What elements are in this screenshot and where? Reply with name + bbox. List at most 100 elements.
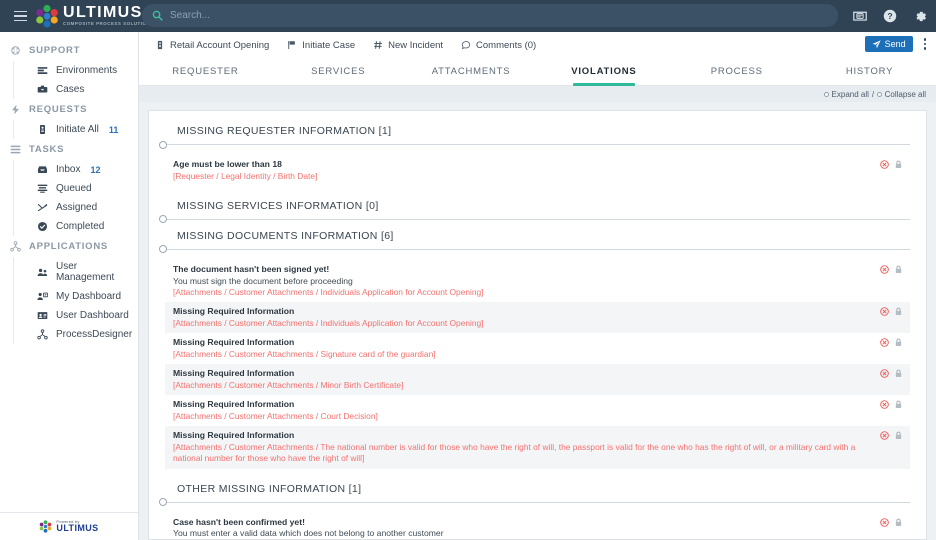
- sidebar-item-inbox[interactable]: Inbox 12: [34, 160, 138, 179]
- error-circle-icon[interactable]: [880, 517, 889, 527]
- application-window: ULTIMUS COMPOSITE PROCESS SOLUTIONS Sear…: [0, 0, 936, 540]
- lock-icon[interactable]: [895, 518, 902, 527]
- gear-icon[interactable]: [913, 9, 928, 24]
- section-collapse-toggle-icon[interactable]: [159, 140, 167, 149]
- messages-icon[interactable]: [853, 9, 867, 23]
- violation-title: Case hasn't been confirmed yet!: [173, 516, 305, 527]
- lock-icon[interactable]: [895, 338, 902, 347]
- expand-collapse-bar: Expand all / Collapse all: [139, 86, 936, 102]
- send-button[interactable]: Send: [864, 36, 913, 52]
- kebab-menu-icon[interactable]: [922, 36, 928, 51]
- tab-label: PROCESS: [710, 66, 763, 77]
- lock-icon[interactable]: [895, 307, 902, 316]
- breadcrumb-item-new-incident[interactable]: New Incident: [373, 40, 443, 51]
- lock-icon[interactable]: [895, 431, 902, 440]
- sidebar-item-environments[interactable]: Environments: [34, 61, 138, 80]
- user-dashboard-icon: [36, 310, 49, 321]
- sidebar-item-initiate-all[interactable]: Initiate All 11: [34, 120, 138, 139]
- tab-attachments[interactable]: ATTACHMENTS: [405, 58, 538, 85]
- breadcrumb-item-label: Comments (0): [476, 39, 537, 51]
- sidebar-group-requests: REQUESTS: [0, 99, 138, 120]
- tab-process[interactable]: PROCESS: [670, 58, 803, 85]
- violations-panel: MISSING REQUESTER INFORMATION [1] Age mus…: [148, 110, 927, 540]
- section-collapse-toggle-icon[interactable]: [159, 498, 167, 506]
- violation-path: [Attachments / Customer Attachments / Si…: [173, 349, 436, 359]
- violation-row-actions: [880, 517, 902, 527]
- sidebar-item-my-dashboard[interactable]: My Dashboard: [34, 287, 138, 306]
- tab-violations[interactable]: VIOLATIONS: [537, 58, 670, 85]
- violation-path: [Attachments / Customer Attachments / In…: [173, 287, 484, 298]
- breadcrumb-item-retail-account-opening[interactable]: Retail Account Opening: [155, 40, 269, 51]
- violation-text: Missing Required Information [Attachments…: [173, 337, 910, 360]
- expand-all-button[interactable]: Expand all: [824, 90, 869, 99]
- tab-label: SERVICES: [311, 66, 366, 77]
- violation-section-title: MISSING SERVICES INFORMATION [0]: [177, 199, 379, 212]
- user-management-icon: [36, 267, 49, 278]
- violation-row: Missing Required Information [Attachments…: [165, 426, 910, 469]
- violation-text: Missing Required Information [Attachments…: [173, 306, 910, 329]
- violation-row-actions: [880, 369, 902, 379]
- sidebar-group-tasks: TASKS: [0, 139, 138, 160]
- process-designer-icon: [36, 329, 49, 340]
- lock-icon[interactable]: [895, 369, 902, 378]
- help-icon[interactable]: ?: [883, 9, 897, 23]
- sidebar-item-assigned[interactable]: Assigned: [34, 198, 138, 217]
- search-icon: [152, 10, 163, 21]
- expand-all-icon: [824, 91, 830, 97]
- sidebar-group-items: Environments Cases: [13, 61, 138, 99]
- violation-row-actions: [880, 160, 902, 169]
- violation-section-divider: [159, 245, 910, 254]
- sidebar-item-user-management[interactable]: User Management: [34, 257, 138, 287]
- toolbar-actions: Send: [864, 36, 928, 52]
- sidebar-item-cases[interactable]: Cases: [34, 80, 138, 99]
- lock-icon[interactable]: [895, 265, 902, 274]
- breadcrumb-item-initiate-case[interactable]: Initiate Case: [287, 40, 355, 51]
- violation-section: MISSING SERVICES INFORMATION [0]: [149, 196, 926, 226]
- breadcrumb-item-comments-0-[interactable]: Comments (0): [461, 40, 536, 51]
- collapse-all-button[interactable]: Collapse all: [877, 90, 926, 99]
- tab-bar: REQUESTER SERVICES ATTACHMENTS VIOLATIONS PR…: [139, 58, 936, 86]
- breadcrumb-item-label: Initiate Case: [302, 39, 356, 51]
- svg-text:?: ?: [887, 11, 892, 21]
- violation-row-actions: [880, 400, 902, 410]
- violation-row-actions: [880, 307, 902, 317]
- sidebar-item-badge: 11: [108, 124, 119, 135]
- sidebar-item-user-dashboard[interactable]: User Dashboard: [34, 306, 138, 325]
- violation-title: Missing Required Information: [173, 306, 295, 317]
- comment-icon: [461, 40, 471, 50]
- sidebar-footer: Powered by ULTIMUS: [0, 512, 138, 540]
- error-circle-icon[interactable]: [880, 369, 889, 379]
- sidebar-item-completed[interactable]: Completed: [34, 217, 138, 236]
- menu-toggle-icon[interactable]: [6, 10, 34, 22]
- search-input[interactable]: [170, 10, 828, 21]
- error-circle-icon[interactable]: [880, 265, 889, 274]
- error-circle-icon[interactable]: [880, 400, 889, 410]
- violation-description: You must enter a valid data which does n…: [173, 528, 444, 539]
- brand-tagline: COMPOSITE PROCESS SOLUTIONS: [63, 21, 154, 27]
- lock-icon[interactable]: [895, 160, 902, 169]
- violation-row-list: The document hasn't been signed yet! You …: [165, 260, 910, 469]
- tab-services[interactable]: SERVICES: [272, 58, 405, 85]
- lock-icon[interactable]: [895, 400, 902, 409]
- cases-icon: [36, 84, 49, 95]
- error-circle-icon[interactable]: [880, 338, 889, 348]
- error-circle-icon[interactable]: [880, 160, 889, 169]
- violation-row: The document hasn't been signed yet! You …: [165, 260, 910, 303]
- breadcrumb: Retail Account Opening Initiate Case New I…: [139, 32, 936, 58]
- sidebar-item-queued[interactable]: Queued: [34, 179, 138, 198]
- search-bar[interactable]: [142, 4, 838, 27]
- violation-path: [Attachments / Customer Attachments / Co…: [173, 410, 378, 421]
- ultimus-footer-logo-icon: [39, 520, 52, 533]
- violation-row-actions: [880, 265, 902, 274]
- error-circle-icon[interactable]: [880, 431, 889, 441]
- tab-requester[interactable]: REQUESTER: [139, 58, 272, 85]
- tab-history[interactable]: HISTORY: [803, 58, 936, 85]
- sidebar-group-items: Inbox 12 Queued Assigned Completed: [13, 160, 138, 236]
- sidebar-item-label: Completed: [56, 221, 105, 232]
- sidebar-item-label: User Management: [55, 261, 115, 283]
- error-circle-icon[interactable]: [880, 307, 889, 317]
- sidebar-item-processdesigner[interactable]: ProcessDesigner: [34, 325, 138, 344]
- violation-section-title: MISSING REQUESTER INFORMATION [1]: [177, 125, 392, 137]
